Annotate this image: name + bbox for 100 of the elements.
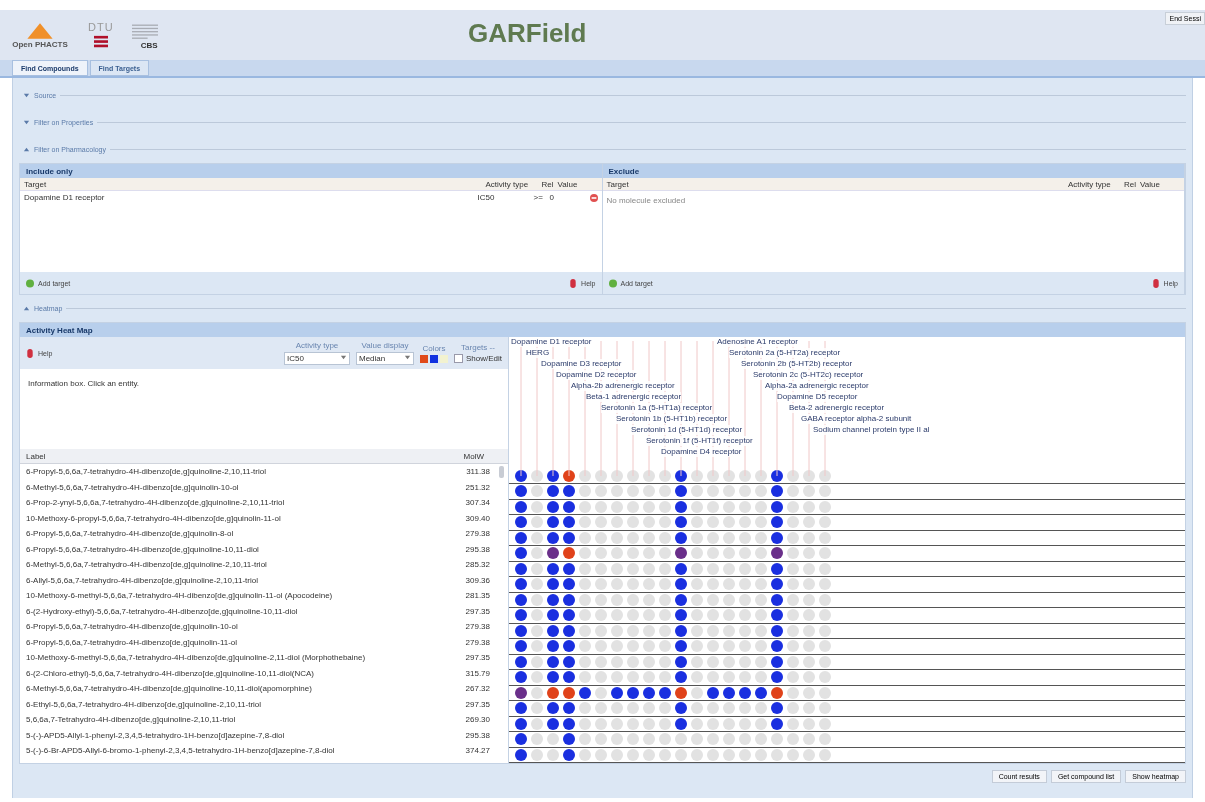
activity-dot[interactable] <box>515 640 527 653</box>
activity-dot[interactable] <box>643 500 655 513</box>
activity-dot[interactable] <box>723 531 735 544</box>
activity-dot[interactable] <box>691 671 703 684</box>
compound-label[interactable]: 6-Prop-2-ynyl-5,6,6a,7-tetrahydro-4H-dibenzo[de,g]quinoline-2,10,11-triol <box>26 498 454 508</box>
activity-dot[interactable] <box>803 640 815 653</box>
compound-label[interactable]: 10-Methoxy-6-methyl-5,6,6a,7-tetrahydro-4H-dibenzo[de,g]quinolin-11-ol (Apocodeine) <box>26 591 454 601</box>
activity-dot[interactable] <box>627 733 639 746</box>
activity-dot[interactable] <box>787 593 799 606</box>
activity-dot[interactable] <box>579 717 591 730</box>
activity-dot[interactable] <box>579 702 591 715</box>
activity-dot[interactable] <box>739 702 751 715</box>
activity-dot[interactable] <box>611 485 623 498</box>
activity-dot[interactable] <box>819 702 831 715</box>
activity-dot[interactable] <box>611 578 623 591</box>
activity-dot[interactable] <box>627 686 639 699</box>
activity-dot[interactable] <box>515 547 527 560</box>
activity-dot[interactable] <box>787 717 799 730</box>
activity-dot[interactable] <box>819 733 831 746</box>
activity-dot[interactable] <box>659 624 671 637</box>
target-label[interactable]: Dopamine D5 receptor <box>777 392 858 402</box>
activity-dot[interactable] <box>819 516 831 529</box>
compound-label[interactable]: 5-(-)-6-Br-APD5-Allyl-6-bromo-1-phenyl-2,3,4,5-tetrahydro-1H-benzo[d]azepine-7,8-diol <box>26 746 454 756</box>
activity-dot[interactable] <box>547 702 559 715</box>
activity-dot[interactable] <box>819 578 831 591</box>
activity-dot[interactable] <box>691 686 703 699</box>
activity-dot[interactable] <box>787 748 799 761</box>
activity-dot[interactable] <box>643 547 655 560</box>
activity-dot[interactable] <box>595 717 607 730</box>
activity-dot[interactable] <box>755 562 767 575</box>
activity-dot[interactable] <box>771 593 783 606</box>
activity-dot[interactable] <box>515 624 527 637</box>
activity-dot[interactable] <box>659 562 671 575</box>
activity-dot[interactable] <box>739 748 751 761</box>
activity-dot[interactable] <box>627 500 639 513</box>
activity-dot[interactable] <box>675 624 687 637</box>
activity-dot[interactable] <box>819 624 831 637</box>
activity-dot[interactable] <box>771 531 783 544</box>
activity-dot[interactable] <box>643 733 655 746</box>
activity-dot[interactable] <box>675 562 687 575</box>
activity-dot[interactable] <box>675 500 687 513</box>
activity-dot[interactable] <box>531 686 543 699</box>
target-label[interactable]: Beta-1 adrenergic receptor <box>586 392 682 402</box>
activity-dot[interactable] <box>563 748 575 761</box>
activity-dot[interactable] <box>547 640 559 653</box>
target-label[interactable]: Beta-2 adrenergic receptor <box>789 403 885 413</box>
activity-dot[interactable] <box>787 702 799 715</box>
activity-dot[interactable] <box>627 702 639 715</box>
activity-dot[interactable] <box>595 671 607 684</box>
activity-dot[interactable] <box>771 562 783 575</box>
activity-dot[interactable] <box>611 547 623 560</box>
activity-dot[interactable] <box>723 593 735 606</box>
activity-dot[interactable] <box>579 578 591 591</box>
activity-dot[interactable] <box>723 578 735 591</box>
activity-dot[interactable] <box>579 562 591 575</box>
activity-dot[interactable] <box>627 578 639 591</box>
activity-dot[interactable] <box>531 578 543 591</box>
activity-dot[interactable] <box>803 609 815 622</box>
activity-dot[interactable] <box>595 562 607 575</box>
activity-dot[interactable] <box>819 640 831 653</box>
activity-dot[interactable] <box>771 702 783 715</box>
activity-dot[interactable] <box>531 562 543 575</box>
activity-dot[interactable] <box>691 624 703 637</box>
activity-dot[interactable] <box>515 655 527 668</box>
activity-dot[interactable] <box>563 702 575 715</box>
activity-dot[interactable] <box>787 562 799 575</box>
activity-dot[interactable] <box>675 671 687 684</box>
activity-dot[interactable] <box>579 733 591 746</box>
activity-dot[interactable] <box>547 578 559 591</box>
activity-dot[interactable] <box>563 531 575 544</box>
checkbox[interactable] <box>453 354 463 363</box>
activity-dot[interactable] <box>819 717 831 730</box>
activity-dot[interactable] <box>803 686 815 699</box>
activity-type-dropdown[interactable]: IC50 <box>283 352 350 365</box>
activity-dot[interactable] <box>739 578 751 591</box>
activity-dot[interactable] <box>691 500 703 513</box>
activity-dot[interactable] <box>787 655 799 668</box>
activity-dot[interactable] <box>787 686 799 699</box>
activity-dot[interactable] <box>515 717 527 730</box>
activity-dot[interactable] <box>739 686 751 699</box>
activity-dot[interactable] <box>659 655 671 668</box>
activity-dot[interactable] <box>675 655 687 668</box>
activity-dot[interactable] <box>707 702 719 715</box>
activity-dot[interactable] <box>771 640 783 653</box>
activity-dot[interactable] <box>659 547 671 560</box>
compound-label[interactable]: 6-Methyl-5,6,6a,7-tetrahydro-4H-dibenzo[de,g]quinoline-10,11-diol(apomorphine) <box>26 684 454 694</box>
activity-dot[interactable] <box>579 500 591 513</box>
activity-dot[interactable] <box>531 516 543 529</box>
activity-dot[interactable] <box>803 717 815 730</box>
activity-dot[interactable] <box>691 609 703 622</box>
activity-dot[interactable] <box>771 516 783 529</box>
activity-dot[interactable] <box>611 531 623 544</box>
activity-dot[interactable] <box>755 702 767 715</box>
activity-dot[interactable] <box>707 485 719 498</box>
compound-label[interactable]: 6-Propyl-5,6,6a,7-tetrahydro-4H-dibenzo[de,g]quinolin-8-ol <box>26 529 454 539</box>
activity-dot[interactable] <box>691 655 703 668</box>
activity-dot[interactable] <box>611 671 623 684</box>
activity-dot[interactable] <box>531 655 543 668</box>
activity-dot[interactable] <box>771 485 783 498</box>
activity-dot[interactable] <box>611 609 623 622</box>
